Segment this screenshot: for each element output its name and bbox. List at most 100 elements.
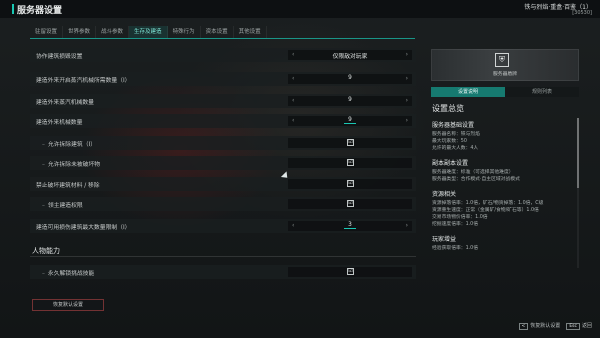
settings-summary: 设置总览 服务器基础设置 服务器名称：铁与烈焰 最大玩家数：50 允许的最大人数… xyxy=(432,103,572,258)
chevron-right-icon[interactable]: › xyxy=(406,97,408,104)
footer-reset-hint[interactable]: < 恢复默认设置 xyxy=(518,322,561,330)
summary-line: 资源掉落倍率：1.0倍，矿石/物资掉落：1.0倍，C级 xyxy=(432,201,544,206)
stepper-control[interactable]: ‹ 9 › xyxy=(288,96,412,106)
stepper-control[interactable]: ‹ 3 › xyxy=(288,221,412,231)
setting-row[interactable]: 禁止破坏建筑材料 / 移除 ☑ xyxy=(30,177,416,191)
setting-label: – 允许拆除建筑（I） xyxy=(42,139,96,148)
bullet-icon: – xyxy=(42,142,45,148)
summary-block: 副本副本设置 服务器难度：标准（可选择其他难度） 服务器类型：合作模式·自主区域… xyxy=(432,158,572,183)
setting-row[interactable]: 建造可用损伤建筑最大数量限制（I） ‹ 3 › xyxy=(30,219,416,233)
summary-line: 经验获取倍率：1.0倍 xyxy=(432,246,479,251)
checkbox-control: ☑ xyxy=(288,199,412,209)
summary-block: 玩家增益 经验获取倍率：1.0倍 xyxy=(432,234,572,252)
stepper-value: 9 xyxy=(348,97,352,103)
chevron-right-icon[interactable]: › xyxy=(406,51,408,58)
checkbox[interactable]: ☑ xyxy=(347,200,354,207)
tab-1[interactable]: 世界参数 xyxy=(63,26,97,38)
setting-row[interactable]: – 永久解锁挑战技能 ☑ xyxy=(30,265,416,279)
stepper-control[interactable]: ‹ 9 › xyxy=(288,116,412,126)
checkbox-control: ☑ xyxy=(288,267,412,277)
tab-6[interactable]: 其他设置 xyxy=(234,26,267,38)
summary-line: 服务器类型：合作模式·自主区域对战模式 xyxy=(432,177,520,182)
setting-label: – 允许拆除未被破坏物 xyxy=(42,159,100,168)
preview-label: 服务器盾牌 xyxy=(493,72,517,77)
bullet-icon: – xyxy=(42,271,45,277)
key-hint: Esc xyxy=(566,323,580,330)
summary-heading: 资源相关 xyxy=(432,191,457,198)
setting-label: 协作建筑损毁设置 xyxy=(36,54,83,60)
setting-label: 建造外来开启蒸汽机械所需数量（I） xyxy=(36,78,131,84)
setting-label: – 永久解锁挑战技能 xyxy=(42,268,94,277)
setting-label-text: 领主建造权限 xyxy=(47,203,83,209)
scrollbar-thumb[interactable] xyxy=(577,118,579,188)
summary-block: 服务器基础设置 服务器名称：铁与烈焰 最大玩家数：50 允许的最大人数：4人 xyxy=(432,120,572,152)
top-bar: 服务器设置 铁与烈焰·重盒·百鉴（1） [30530] xyxy=(0,0,600,18)
summary-line: 最大玩家数：50 xyxy=(432,139,467,144)
chevron-right-icon[interactable]: › xyxy=(406,222,408,229)
setting-label: – 领主建造权限 xyxy=(42,200,83,209)
setting-row[interactable]: 建造外来开启蒸汽机械所需数量（I） ‹ 9 › xyxy=(30,72,416,86)
title-accent-bar xyxy=(12,4,14,14)
setting-row[interactable]: – 允许拆除未被破坏物 ☑ xyxy=(30,156,416,170)
key-hint: < xyxy=(518,323,529,330)
checkbox-control: ☑ xyxy=(288,158,412,168)
setting-row[interactable]: – 领主建造权限 ☑ xyxy=(30,197,416,211)
settings-tabs: 驻留设置 世界参数 战斗参数 生存及建造 特殊行为 资本设置 其他设置 xyxy=(30,26,267,38)
summary-heading: 玩家增益 xyxy=(432,236,457,243)
setting-label: 禁止破坏建筑材料 / 移除 xyxy=(36,183,100,189)
setting-label-text: 永久解锁挑战技能 xyxy=(47,271,95,277)
summary-heading: 副本副本设置 xyxy=(432,160,469,167)
chevron-right-icon[interactable]: › xyxy=(406,75,408,82)
page-title: 服务器设置 xyxy=(17,6,63,16)
tab-4[interactable]: 特殊行为 xyxy=(168,26,201,38)
tabs-underline xyxy=(30,38,415,39)
setting-label: 建造外来机械数量 xyxy=(36,120,83,126)
bullet-icon: – xyxy=(42,162,45,168)
stepper-control[interactable]: ‹ 9 › xyxy=(288,74,412,84)
summary-line: 允许的最大人数：4人 xyxy=(432,146,479,151)
chevron-right-icon[interactable]: › xyxy=(406,117,408,124)
setting-row[interactable]: 建造外来蒸汽机械数量 ‹ 9 › xyxy=(30,94,416,108)
summary-line: 挖掘速度倍率：1.0倍 xyxy=(432,222,479,227)
tab-0[interactable]: 驻留设置 xyxy=(30,26,64,38)
summary-line: 资源重生速度：正常（金属矿/食物/矿石等）1.0倍 xyxy=(432,208,539,213)
checkbox-control: ☑ xyxy=(288,138,412,148)
checkbox[interactable]: ☑ xyxy=(347,139,354,146)
tab-5[interactable]: 资本设置 xyxy=(201,26,234,38)
summary-scrollbar[interactable] xyxy=(577,118,579,268)
setting-row[interactable]: 建造外来机械数量 ‹ 9 › xyxy=(30,114,416,128)
setting-row[interactable]: – 允许拆除建筑（I） ☑ xyxy=(30,136,416,150)
reset-defaults-button[interactable]: 恢复默认设置 xyxy=(32,299,104,311)
checkbox[interactable]: ☑ xyxy=(347,159,354,166)
checkbox[interactable]: ☑ xyxy=(347,180,354,187)
select-value: 仅限敌对玩家 xyxy=(332,54,368,60)
setting-label: 建造外来蒸汽机械数量 xyxy=(36,100,94,106)
section-header: 人物能力 xyxy=(30,245,416,257)
summary-line: 交易市场物价倍率：1.0倍 xyxy=(432,215,488,220)
user-id: [30530] xyxy=(572,10,592,16)
stepper-value: 9 xyxy=(348,75,352,81)
summary-line: 服务器名称：铁与烈焰 xyxy=(432,132,480,137)
stepper-value: 9 xyxy=(288,117,412,124)
shield-icon: ⛨ xyxy=(495,53,509,67)
select-control[interactable]: ‹ 仅限敌对玩家 › xyxy=(288,50,412,60)
tab-2[interactable]: 战斗参数 xyxy=(96,26,130,38)
stepper-value: 3 xyxy=(288,222,412,229)
setting-label: 建造可用损伤建筑最大数量限制（I） xyxy=(36,225,131,231)
setting-label-text: 允许拆除建筑（I） xyxy=(47,142,96,148)
summary-line: 服务器难度：标准（可选择其他难度） xyxy=(432,170,514,175)
bullet-icon: – xyxy=(42,203,45,209)
tab-description[interactable]: 设置说明 xyxy=(431,87,505,97)
tab-rules[interactable]: 规则列表 xyxy=(505,87,579,97)
footer-label: 恢复默认设置 xyxy=(530,323,561,329)
section-title: 人物能力 xyxy=(32,247,60,255)
footer-label: 返回 xyxy=(581,323,592,329)
tab-3[interactable]: 生存及建造 xyxy=(129,26,168,38)
divider xyxy=(30,256,416,257)
footer-back-hint[interactable]: Esc 返回 xyxy=(566,322,592,330)
setting-row[interactable]: 协作建筑损毁设置 ‹ 仅限敌对玩家 › xyxy=(30,48,416,62)
checkbox-control: ☑ xyxy=(288,179,412,189)
setting-label-text: 允许拆除未被破坏物 xyxy=(47,162,101,168)
checkbox[interactable]: ☑ xyxy=(347,268,354,275)
summary-title: 设置总览 xyxy=(432,104,464,113)
